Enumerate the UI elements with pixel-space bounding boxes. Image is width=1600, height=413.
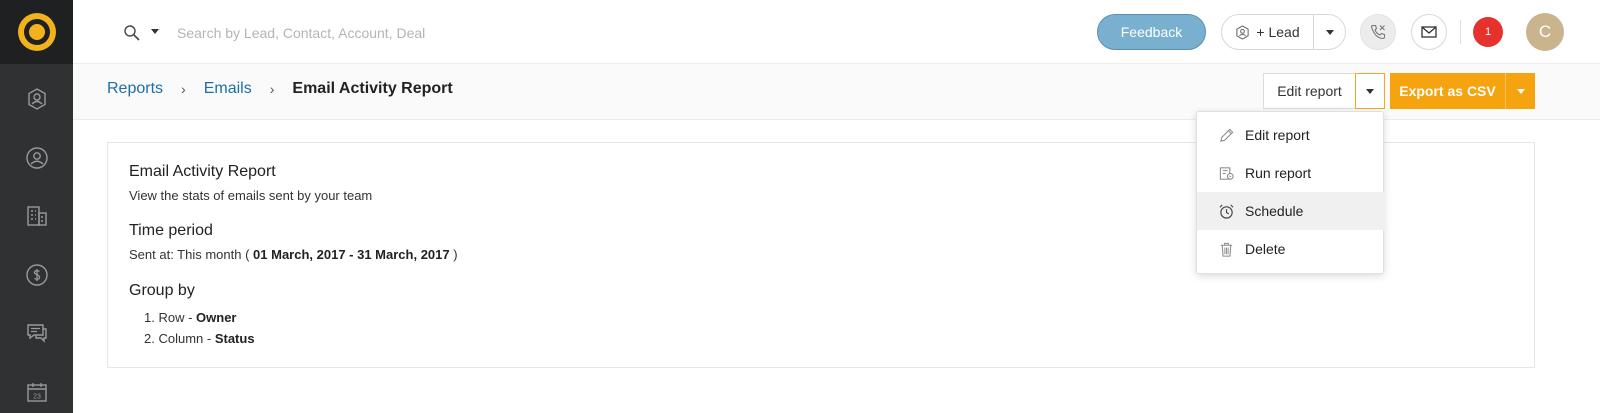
menu-item-edit-report[interactable]: Edit report [1197,116,1385,154]
trash-icon [1217,240,1235,258]
sidebar-item-deals[interactable] [0,253,73,297]
time-period-heading: Time period [129,222,213,239]
search-input[interactable] [177,20,557,46]
add-lead-split-button: + Lead [1221,14,1346,50]
avatar[interactable]: C [1526,13,1564,51]
phone-button[interactable] [1360,14,1396,50]
sidebar-item-calendar[interactable]: 23 [0,370,73,413]
breadcrumb-reports[interactable]: Reports [107,80,163,98]
sidebar-item-leads[interactable] [0,77,73,121]
alarm-clock-icon [1217,202,1235,220]
search-scope-caret-icon[interactable] [151,29,159,34]
app-root: 23 Feedback + Lead [0,0,1600,413]
sent-prefix: Sent at: This month ( [129,247,254,262]
export-dropdown-toggle[interactable] [1506,73,1535,109]
lead-badge-icon [1236,24,1250,40]
menu-item-delete[interactable]: Delete [1197,230,1385,268]
divider [1460,20,1461,44]
building-icon [26,206,47,226]
edit-report-button[interactable]: Edit report [1263,73,1355,109]
svg-text:23: 23 [33,394,41,401]
menu-item-label: Delete [1245,241,1286,257]
chevron-down-icon [1325,29,1334,35]
lead-badge-icon [27,88,46,110]
edit-report-split-button: Edit report [1263,73,1385,109]
sidebar: 23 [0,0,73,413]
chevron-down-icon [1516,88,1525,94]
time-period-value: Sent at: This month ( 01 March, 2017 - 3… [129,247,458,262]
sent-range: 01 March, 2017 - 31 March, 2017 [253,247,450,262]
report-title: Email Activity Report [129,163,276,180]
sidebar-item-messages[interactable] [0,311,73,355]
menu-item-schedule[interactable]: Schedule [1197,192,1385,230]
chevron-down-icon [1366,88,1374,94]
phone-disabled-icon [1370,24,1386,40]
edit-report-dropdown-toggle[interactable] [1355,73,1385,109]
top-bar: Feedback + Lead [73,0,1600,64]
logo-icon [17,13,56,51]
sidebar-item-contacts[interactable] [0,136,73,180]
breadcrumb: Reports › Emails › Email Activity Report [107,78,453,100]
list-item: 1. Row - Owner [144,310,237,325]
sidebar-item-accounts[interactable] [0,194,73,238]
search-icon[interactable] [123,24,141,42]
email-button[interactable] [1411,14,1447,50]
menu-item-label: Schedule [1245,203,1304,219]
chat-icon [26,324,47,343]
feedback-button[interactable]: Feedback [1097,14,1206,50]
menu-item-label: Run report [1245,165,1312,181]
notification-badge[interactable]: 1 [1473,17,1503,47]
add-lead-button[interactable]: + Lead [1222,14,1314,50]
breadcrumb-emails[interactable]: Emails [204,80,252,98]
export-csv-button[interactable]: Export as CSV [1390,73,1506,109]
chevron-right-icon: › [269,81,275,97]
edit-report-menu: Edit report Run report Schedule Delete [1196,111,1385,274]
menu-item-label: Edit report [1245,127,1310,143]
logo-container[interactable] [0,0,73,64]
page-title: Email Activity Report [292,80,453,97]
chevron-right-icon: › [181,81,186,97]
dollar-icon [25,264,48,286]
group-by-list: 1. Row - Owner 2. Column - Status [144,307,255,349]
sent-suffix: ) [449,247,458,262]
run-report-icon [1217,164,1235,182]
contact-icon [25,147,48,169]
add-lead-label: + Lead [1256,24,1300,40]
calendar-icon: 23 [26,383,47,402]
chart-data-heading [107,400,227,413]
list-item: 2. Column - Status [144,331,255,346]
envelope-icon [1421,26,1437,38]
export-split-button: Export as CSV [1390,73,1535,109]
menu-item-run-report[interactable]: Run report [1197,154,1385,192]
group-by-heading: Group by [129,282,195,299]
add-lead-dropdown-toggle[interactable] [1314,29,1345,35]
report-description: View the stats of emails sent by your te… [129,188,373,203]
pencil-icon [1217,126,1235,144]
